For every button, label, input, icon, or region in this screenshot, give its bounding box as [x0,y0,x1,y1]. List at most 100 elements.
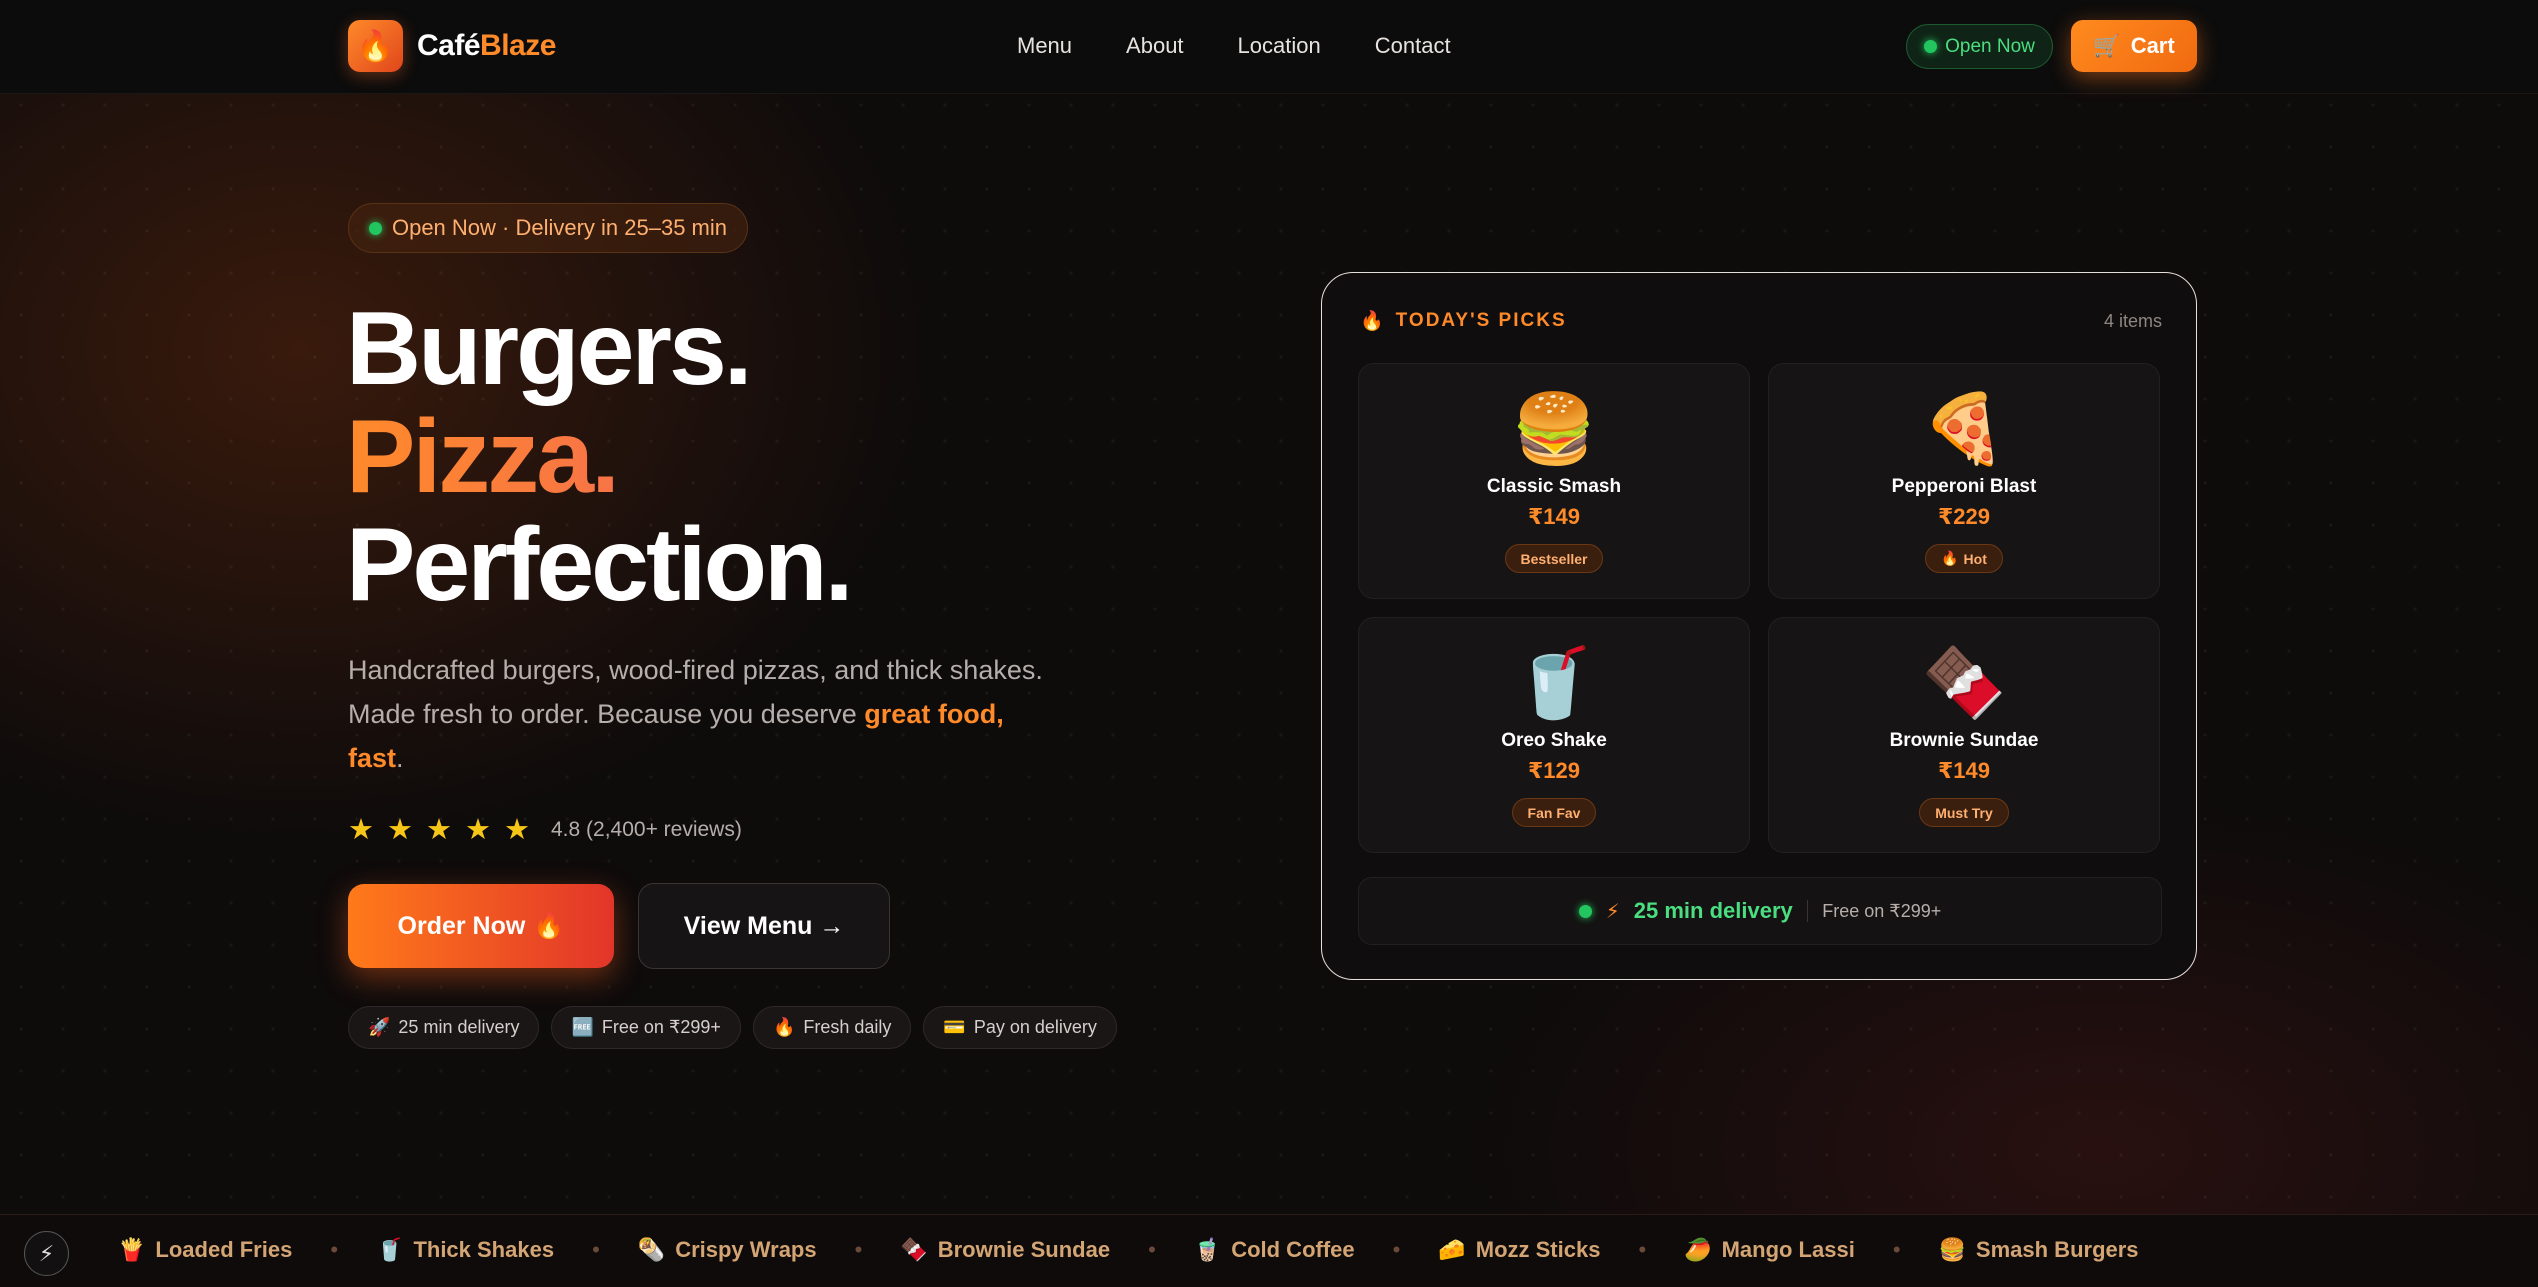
flame-icon: 🔥 [533,911,565,940]
shake-cup-icon: 🥤 [376,1237,404,1262]
separator-dot: • [330,1237,339,1262]
burger-icon: 🍔 [1511,391,1597,467]
item-tag-label: Hot [1963,550,1987,567]
headline-line-1: Burgers. [346,291,753,407]
open-status-badge: Open Now [1906,24,2053,69]
delivery-time-text: 25 min delivery [1633,898,1793,923]
hero-description-end: . [396,743,404,773]
hero-headline: Burgers. Pizza. Perfection. [346,291,853,623]
item-tag-label: Must Try [1935,804,1993,821]
view-menu-button[interactable]: View Menu → [638,883,890,969]
delivery-status-text: Open Now · Delivery in 25–35 min [391,215,728,240]
credit-card-icon: 💳 [943,1017,966,1037]
order-now-button[interactable]: Order Now 🔥 [348,884,614,968]
chip-label: 25 min delivery [398,1017,520,1037]
menu-card-pepperoni-blast[interactable]: 🍕 Pepperoni Blast ₹229 🔥 Hot [1768,363,2160,599]
menu-card-oreo-shake[interactable]: 🥤 Oreo Shake ₹129 Fan Fav [1358,617,1750,853]
chip-pay-on-delivery: 💳 Pay on delivery [923,1006,1117,1049]
marquee-item-label: Crispy Wraps [675,1237,817,1262]
item-price: ₹149 [1527,504,1580,529]
star-icon: ★ [465,814,491,846]
chip-label: Pay on delivery [973,1017,1097,1037]
status-dot-icon [1924,40,1938,53]
mango-icon: 🥭 [1684,1237,1712,1262]
star-icon: ★ [387,814,413,846]
flame-icon: 🔥 [1360,311,1386,332]
chip-label: Fresh daily [803,1017,892,1037]
marquee-item[interactable]: 🍔 Smash Burgers [1939,1237,2139,1263]
separator-dot: • [1392,1237,1401,1262]
marquee-item-label: Thick Shakes [413,1237,555,1262]
headline-line-2: Pizza. [346,403,850,511]
chocolate-icon: 🍫 [900,1237,928,1262]
marquee-item[interactable]: 🍟 Loaded Fries [118,1237,292,1263]
item-price: ₹149 [1937,758,1990,783]
item-tag-label: Bestseller [1520,550,1588,567]
star-icon: ★ [348,814,374,846]
chocolate-icon: 🍫 [1921,645,2007,721]
star-icon: ★ [426,814,452,846]
flame-icon: 🔥 [1941,550,1959,566]
item-name: Pepperoni Blast [1891,476,2037,497]
chip-label: Free on ₹299+ [601,1017,721,1037]
marquee-item-label: Loaded Fries [155,1237,293,1262]
chip-fresh-daily: 🔥 Fresh daily [752,1006,912,1049]
cart-button[interactable]: 🛒 Cart [2071,20,2197,72]
panel-item-count: 4 items [2103,311,2162,331]
delivery-status-badge: Open Now · Delivery in 25–35 min [348,203,748,253]
nav-link-menu[interactable]: Menu [1017,33,1072,59]
marquee-item[interactable]: 🥤 Thick Shakes [376,1237,554,1263]
logo-flame-icon[interactable]: 🔥 [348,20,403,72]
marquee-item[interactable]: 🌯 Crispy Wraps [638,1237,817,1263]
cheese-icon: 🧀 [1438,1237,1466,1262]
chip-free-delivery: 🆓 Free on ₹299+ [551,1006,741,1049]
item-tag: 🔥 Hot [1925,544,2003,573]
marquee-item[interactable]: 🥭 Mango Lassi [1684,1237,1855,1263]
coffee-icon: 🧋 [1193,1237,1222,1262]
brand-name-part1: Café [417,29,481,62]
item-tag: Must Try [1919,798,2009,827]
free-delivery-text: Free on ₹299+ [1822,900,1942,921]
marquee-item[interactable]: 🧋 Cold Coffee [1194,1237,1355,1263]
separator-dot: • [1638,1237,1647,1262]
marquee-item[interactable]: 🍫 Brownie Sundae [900,1237,1110,1263]
nav-link-about[interactable]: About [1126,33,1184,59]
rating-text: 4.8 (2,400+ reviews) [551,817,742,841]
items-marquee: 🍟 Loaded Fries • 🥤 Thick Shakes • 🌯 Crispy … [0,1214,2538,1287]
shake-cup-icon: 🥤 [1511,645,1597,721]
marquee-item[interactable]: 🧀 Mozz Sticks [1438,1237,1600,1263]
feature-chips: 🚀 25 min delivery 🆓 Free on ₹299+ 🔥 Fres… [348,1006,1117,1049]
separator-dot: • [1892,1237,1901,1262]
todays-picks-panel: 🔥 TODAY'S PICKS 4 items 🍔 Classic Smash … [1321,272,2197,980]
separator-dot: • [1148,1237,1156,1262]
bolt-icon: ⚡ [1605,900,1620,923]
panel-title: 🔥 TODAY'S PICKS [1360,309,1567,333]
marquee-item-label: Brownie Sundae [937,1237,1111,1262]
wrap-icon: 🌯 [637,1237,666,1262]
nav-links: Menu About Location Contact [1017,33,1451,59]
status-dot-icon [368,221,382,235]
brand-name-part2: Blaze [480,29,556,62]
chip-delivery-time: 🚀 25 min delivery [348,1006,540,1049]
marquee-item-label: Smash Burgers [1975,1237,2139,1262]
item-name: Classic Smash [1486,476,1622,497]
view-menu-label: View Menu → [683,911,845,940]
marquee-item-label: Mozz Sticks [1475,1237,1601,1262]
marquee-item-label: Mango Lassi [1721,1237,1855,1262]
divider [1806,900,1809,922]
nav-link-location[interactable]: Location [1238,33,1321,59]
status-dot-icon [1578,904,1592,918]
open-status-label: Open Now [1945,35,2035,57]
item-tag: Fan Fav [1511,798,1597,827]
marquee-track: 🍟 Loaded Fries • 🥤 Thick Shakes • 🌯 Crispy … [118,1237,2139,1263]
rocket-icon: 🚀 [368,1017,391,1037]
bolt-icon[interactable]: ⚡ [24,1231,69,1276]
item-tag: Bestseller [1504,544,1604,573]
fries-icon: 🍟 [118,1237,146,1262]
nav-link-contact[interactable]: Contact [1375,33,1451,59]
menu-card-brownie-sundae[interactable]: 🍫 Brownie Sundae ₹149 Must Try [1768,617,2160,853]
flame-icon: 🔥 [772,1017,796,1037]
headline-line-3: Perfection. [346,507,853,623]
menu-card-classic-smash[interactable]: 🍔 Classic Smash ₹149 Bestseller [1358,363,1750,599]
brand-name[interactable]: CaféBlaze [417,29,556,63]
